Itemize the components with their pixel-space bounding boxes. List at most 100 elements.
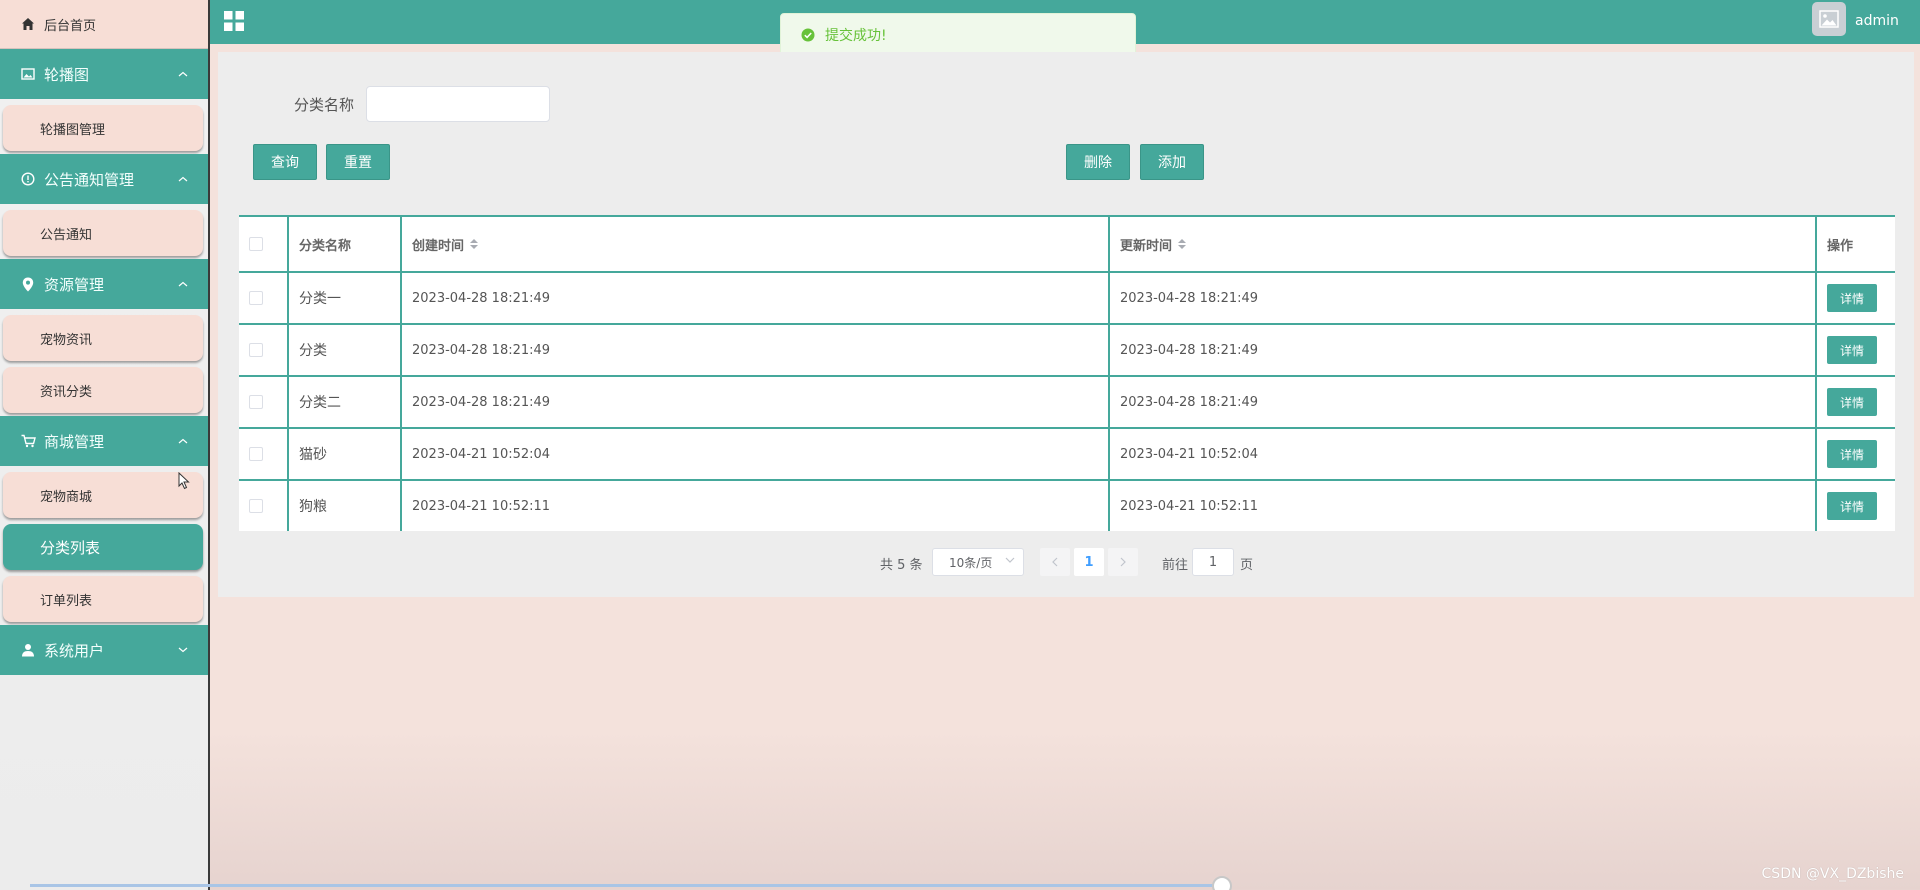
horizontal-scrollbar[interactable]: [30, 884, 1230, 887]
row-checkbox[interactable]: [249, 499, 263, 513]
detail-button[interactable]: 详情: [1827, 388, 1877, 416]
shopping-cart-icon: [20, 433, 36, 449]
cell-created: 2023-04-28 18:21:49: [402, 377, 1110, 427]
table-row: 分类二 2023-04-28 18:21:49 2023-04-28 18:21…: [239, 375, 1895, 427]
table-row: 狗粮 2023-04-21 10:52:11 2023-04-21 10:52:…: [239, 479, 1895, 531]
cell-updated: 2023-04-21 10:52:04: [1110, 429, 1817, 479]
row-checkbox[interactable]: [249, 343, 263, 357]
sort-icon[interactable]: [1178, 239, 1187, 249]
cell-name: 分类: [289, 325, 402, 375]
column-header-updated[interactable]: 更新时间: [1110, 217, 1817, 271]
sidebar-group-label: 商城管理: [44, 432, 105, 451]
column-header-action: 操作: [1827, 238, 1854, 254]
page-number-button[interactable]: 1: [1074, 548, 1104, 576]
sidebar-group-mall[interactable]: 商城管理: [0, 416, 208, 466]
cell-updated: 2023-04-21 10:52:11: [1110, 481, 1817, 531]
select-all-cell: [239, 217, 289, 271]
reset-button[interactable]: 重置: [326, 144, 390, 180]
table-row: 猫砂 2023-04-21 10:52:04 2023-04-21 10:52:…: [239, 427, 1895, 479]
goto-page-input[interactable]: [1192, 548, 1234, 576]
success-toast: 提交成功!: [780, 13, 1136, 57]
sidebar-item-home[interactable]: 后台首页: [0, 0, 208, 49]
sidebar-group-resource[interactable]: 资源管理: [0, 259, 208, 309]
cell-action: 详情: [1817, 377, 1895, 427]
sidebar-item-pet-mall[interactable]: 宠物商城: [3, 472, 203, 518]
sidebar-group-label: 轮播图: [44, 65, 90, 84]
sidebar-home-label: 后台首页: [44, 18, 97, 34]
sidebar-group-label: 公告通知管理: [44, 170, 135, 189]
row-select-cell: [239, 481, 289, 531]
chevron-up-icon: [178, 69, 188, 79]
sidebar-item-category-list[interactable]: 分类列表: [3, 524, 203, 570]
category-name-input[interactable]: [366, 86, 550, 122]
select-all-checkbox[interactable]: [249, 237, 263, 251]
detail-button[interactable]: 详情: [1827, 284, 1877, 312]
sidebar-group-label: 资源管理: [44, 275, 105, 294]
next-page-button[interactable]: [1108, 548, 1138, 576]
row-select-cell: [239, 377, 289, 427]
sidebar-item-news-category[interactable]: 资讯分类: [3, 367, 203, 413]
cell-name: 猫砂: [289, 429, 402, 479]
cell-action: 详情: [1817, 273, 1895, 323]
sidebar-item-carousel-manage[interactable]: 轮播图管理: [3, 105, 203, 151]
scrollbar-handle[interactable]: [1212, 876, 1232, 890]
cell-action: 详情: [1817, 325, 1895, 375]
cell-name: 分类一: [289, 273, 402, 323]
cell-created: 2023-04-21 10:52:04: [402, 429, 1110, 479]
column-header-label: 更新时间: [1120, 238, 1173, 254]
add-button[interactable]: 添加: [1140, 144, 1204, 180]
avatar[interactable]: [1812, 2, 1846, 36]
cell-updated: 2023-04-28 18:21:49: [1110, 273, 1817, 323]
image-placeholder-icon: [1819, 10, 1839, 28]
check-circle-icon: [801, 28, 815, 42]
table-row: 分类 2023-04-28 18:21:49 2023-04-28 18:21:…: [239, 323, 1895, 375]
sidebar-item-notice[interactable]: 公告通知: [3, 210, 203, 256]
chevron-left-icon: [1052, 557, 1058, 567]
delete-button[interactable]: 删除: [1066, 144, 1130, 180]
sidebar-group-system-user[interactable]: 系统用户: [0, 625, 208, 675]
sidebar-group-notice[interactable]: 公告通知管理: [0, 154, 208, 204]
pagination: 共 5 条 10条/页 1 前往 页: [218, 548, 1914, 576]
page-unit-label: 页: [1240, 558, 1254, 573]
sidebar-group-carousel[interactable]: 轮播图: [0, 49, 208, 99]
cell-created: 2023-04-28 18:21:49: [402, 273, 1110, 323]
row-select-cell: [239, 429, 289, 479]
sidebar-item-label: 轮播图管理: [40, 122, 106, 138]
image-icon: [20, 66, 36, 82]
sidebar-item-pet-news[interactable]: 宠物资讯: [3, 315, 203, 361]
column-header-name: 分类名称: [289, 217, 402, 271]
chevron-up-icon: [178, 279, 188, 289]
detail-button[interactable]: 详情: [1827, 492, 1877, 520]
mouse-pointer-icon: [178, 472, 190, 490]
cell-created: 2023-04-28 18:21:49: [402, 325, 1110, 375]
toast-message: 提交成功!: [825, 28, 887, 44]
user-name[interactable]: admin: [1855, 13, 1899, 29]
sidebar-item-label: 宠物商城: [40, 489, 93, 505]
page-size-value: 10条/页: [949, 555, 993, 570]
detail-button[interactable]: 详情: [1827, 440, 1877, 468]
page-size-select[interactable]: 10条/页: [932, 548, 1024, 576]
sort-icon[interactable]: [470, 239, 479, 249]
category-table: 分类名称 创建时间 更新时间 操作 分类一 2023-04-28 18:21:4…: [239, 215, 1895, 531]
sidebar-group-label: 系统用户: [44, 641, 105, 660]
row-select-cell: [239, 325, 289, 375]
chevron-down-icon: [1005, 557, 1015, 563]
row-checkbox[interactable]: [249, 395, 263, 409]
chevron-right-icon: [1120, 557, 1126, 567]
prev-page-button[interactable]: [1040, 548, 1070, 576]
detail-button[interactable]: 详情: [1827, 336, 1877, 364]
cell-name: 狗粮: [289, 481, 402, 531]
home-icon: [20, 16, 36, 32]
table-header-row: 分类名称 创建时间 更新时间 操作: [239, 215, 1895, 271]
sidebar: 后台首页 轮播图 轮播图管理 公告通知管理 公告通知 资源管理 宠物资讯 资讯分…: [0, 0, 210, 890]
query-button[interactable]: 查询: [253, 144, 317, 180]
goto-label: 前往: [1162, 558, 1189, 573]
column-header-created[interactable]: 创建时间: [402, 217, 1110, 271]
sidebar-item-order-list[interactable]: 订单列表: [3, 576, 203, 622]
cell-action: 详情: [1817, 481, 1895, 531]
pagination-total: 共 5 条: [880, 558, 923, 573]
row-checkbox[interactable]: [249, 447, 263, 461]
row-checkbox[interactable]: [249, 291, 263, 305]
cell-updated: 2023-04-28 18:21:49: [1110, 377, 1817, 427]
column-header-label: 创建时间: [412, 238, 465, 254]
